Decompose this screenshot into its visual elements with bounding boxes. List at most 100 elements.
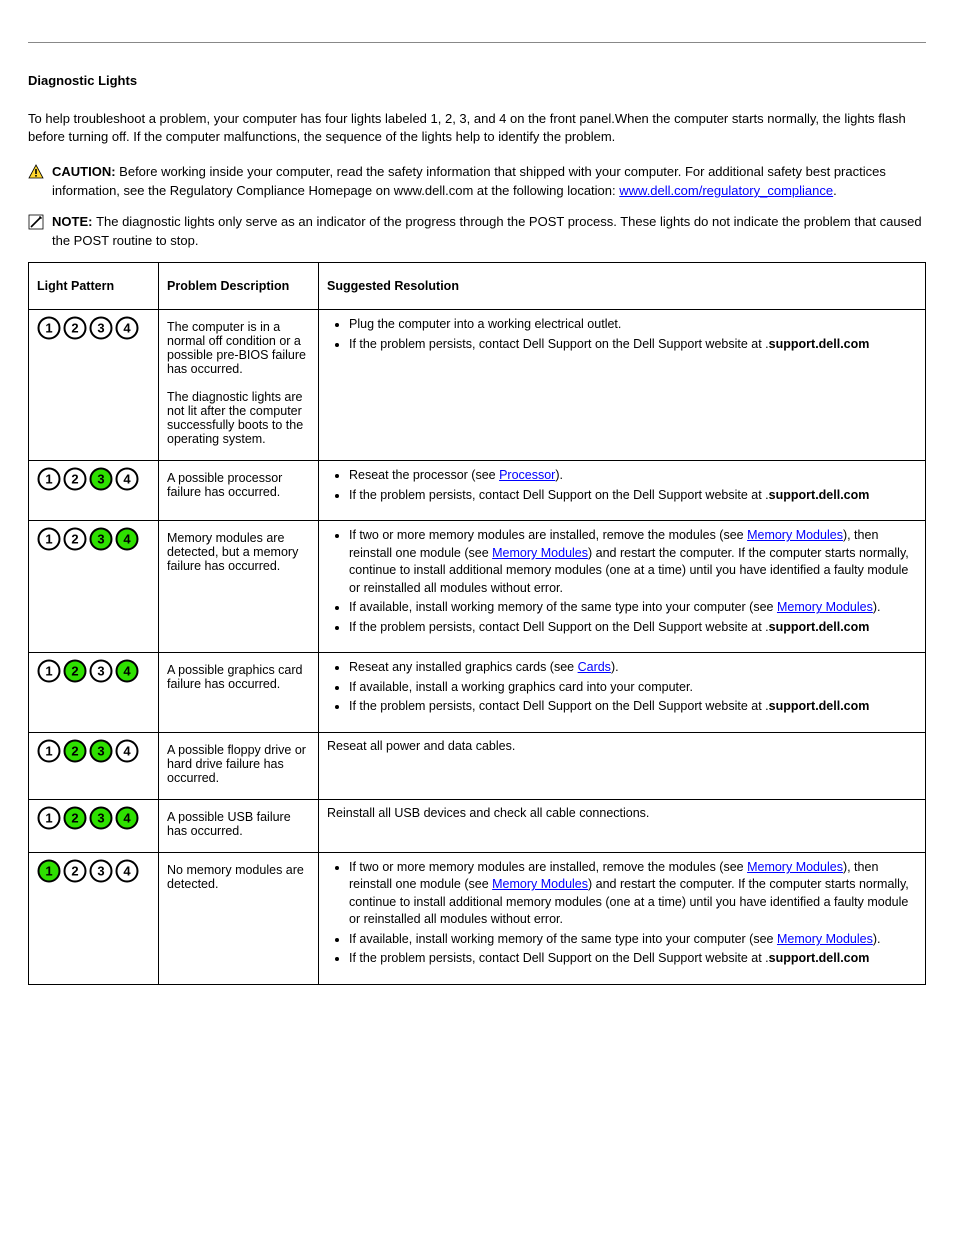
led-3-icon: 3	[89, 739, 113, 763]
svg-text:4: 4	[123, 810, 131, 825]
light-pattern-cell: 1 2 3 4	[29, 310, 159, 461]
caution-callout: CAUTION: Before working inside your comp…	[28, 163, 926, 201]
resolution-item: If the problem persists, contact Dell Su…	[349, 950, 917, 968]
resolution-item: If available, install a working graphics…	[349, 679, 917, 697]
section-subtitle: Diagnostic Lights	[28, 73, 926, 88]
resolution-item: If the problem persists, contact Dell Su…	[349, 487, 917, 505]
svg-text:2: 2	[71, 810, 78, 825]
led-1-icon: 1	[37, 806, 61, 830]
note-callout: NOTE: The diagnostic lights only serve a…	[28, 213, 926, 251]
resolution-item: If the problem persists, contact Dell Su…	[349, 619, 917, 637]
light-pattern-cell: 1 2 3 4	[29, 852, 159, 984]
light-pattern-cell: 1 2 34	[29, 461, 159, 521]
light-pattern-cell: 1234	[29, 732, 159, 799]
table-row: 1 2 3 4 Memory modules are detected, but a m…	[29, 521, 926, 653]
led-4-icon: 4	[115, 316, 139, 340]
svg-text:1: 1	[45, 532, 52, 547]
svg-text:2: 2	[71, 472, 78, 487]
led-3-icon: 3	[89, 316, 113, 340]
doc-link[interactable]: Memory Modules	[747, 528, 843, 542]
led-4-icon: 4	[115, 739, 139, 763]
led-2-icon: 2	[63, 316, 87, 340]
svg-text:4: 4	[123, 743, 131, 758]
resolution-cell: Reseat all power and data cables.	[319, 732, 926, 799]
table-row: 1 2 3 4 The computer is in a normal off cond…	[29, 310, 926, 461]
svg-text:4: 4	[123, 664, 131, 679]
svg-text:3: 3	[97, 472, 104, 487]
regulatory-link[interactable]: www.dell.com/regulatory_compliance	[619, 183, 833, 198]
led-1-icon: 1	[37, 467, 61, 491]
led-4-icon: 4	[115, 467, 139, 491]
col-light-pattern: Light Pattern	[29, 263, 159, 310]
resolution-cell: Reinstall all USB devices and check all …	[319, 799, 926, 852]
led-1-icon: 1	[37, 859, 61, 883]
table-row: 1234A possible floppy drive or hard driv…	[29, 732, 926, 799]
svg-text:4: 4	[123, 321, 131, 336]
svg-text:1: 1	[45, 863, 52, 878]
svg-text:3: 3	[97, 863, 104, 878]
doc-link[interactable]: Memory Modules	[777, 932, 873, 946]
resolution-cell: If two or more memory modules are instal…	[319, 852, 926, 984]
problem-desc-cell: Memory modules are detected, but a memor…	[159, 521, 319, 653]
resolution-text: Reseat all power and data cables.	[327, 739, 917, 753]
led-1-icon: 1	[37, 316, 61, 340]
light-pattern-cell: 1 2 3 4	[29, 799, 159, 852]
svg-text:3: 3	[97, 321, 104, 336]
led-4-icon: 4	[115, 527, 139, 551]
doc-link[interactable]: Memory Modules	[777, 600, 873, 614]
led-3-icon: 3	[89, 527, 113, 551]
problem-desc-cell: A possible graphics card failure has occ…	[159, 653, 319, 733]
svg-text:4: 4	[123, 532, 131, 547]
led-2-icon: 2	[63, 739, 87, 763]
note-text: The diagnostic lights only serve as an i…	[52, 214, 922, 248]
resolution-cell: Plug the computer into a working electri…	[319, 310, 926, 461]
table-row: 1 2 3 4 No memory modules are detected. If tw…	[29, 852, 926, 984]
resolution-item: Reseat any installed graphics cards (see…	[349, 659, 917, 677]
resolution-item: If the problem persists, contact Dell Su…	[349, 698, 917, 716]
svg-text:4: 4	[123, 863, 131, 878]
svg-text:2: 2	[71, 863, 78, 878]
problem-desc-cell: No memory modules are detected.	[159, 852, 319, 984]
svg-text:3: 3	[97, 532, 104, 547]
led-2-icon: 2	[63, 467, 87, 491]
led-2-icon: 2	[63, 659, 87, 683]
resolution-cell: Reseat the processor (see Processor).If …	[319, 461, 926, 521]
note-label: NOTE:	[52, 214, 96, 229]
problem-desc-cell: The computer is in a normal off conditio…	[159, 310, 319, 461]
light-pattern-cell: 1 2 3 4	[29, 521, 159, 653]
svg-text:1: 1	[45, 321, 52, 336]
table-row: 1 2 3 4 A possible USB failure has occurred.…	[29, 799, 926, 852]
resolution-item: Plug the computer into a working electri…	[349, 316, 917, 334]
led-1-icon: 1	[37, 659, 61, 683]
led-4-icon: 4	[115, 859, 139, 883]
doc-link[interactable]: Cards	[578, 660, 611, 674]
led-4-icon: 4	[115, 806, 139, 830]
svg-text:1: 1	[45, 743, 52, 758]
light-pattern-cell: 123 4	[29, 653, 159, 733]
table-header-row: Light Pattern Problem Description Sugges…	[29, 263, 926, 310]
resolution-item: If the problem persists, contact Dell Su…	[349, 336, 917, 354]
led-2-icon: 2	[63, 859, 87, 883]
caution-label: CAUTION:	[52, 164, 119, 179]
svg-text:2: 2	[71, 321, 78, 336]
svg-text:1: 1	[45, 664, 52, 679]
lead-paragraph: To help troubleshoot a problem, your com…	[28, 110, 926, 145]
diagnostic-table: Light Pattern Problem Description Sugges…	[28, 262, 926, 985]
resolution-cell: Reseat any installed graphics cards (see…	[319, 653, 926, 733]
doc-link[interactable]: Processor	[499, 468, 555, 482]
problem-desc-cell: A possible USB failure has occurred.	[159, 799, 319, 852]
doc-link[interactable]: Memory Modules	[492, 877, 588, 891]
led-3-icon: 3	[89, 467, 113, 491]
svg-text:3: 3	[97, 664, 104, 679]
resolution-item: If available, install working memory of …	[349, 599, 917, 617]
svg-text:2: 2	[71, 532, 78, 547]
resolution-item: If two or more memory modules are instal…	[349, 859, 917, 929]
svg-text:3: 3	[97, 810, 104, 825]
led-2-icon: 2	[63, 806, 87, 830]
svg-text:1: 1	[45, 810, 52, 825]
svg-text:1: 1	[45, 472, 52, 487]
col-resolution: Suggested Resolution	[319, 263, 926, 310]
problem-desc-cell: A possible processor failure has occurre…	[159, 461, 319, 521]
doc-link[interactable]: Memory Modules	[492, 546, 588, 560]
doc-link[interactable]: Memory Modules	[747, 860, 843, 874]
